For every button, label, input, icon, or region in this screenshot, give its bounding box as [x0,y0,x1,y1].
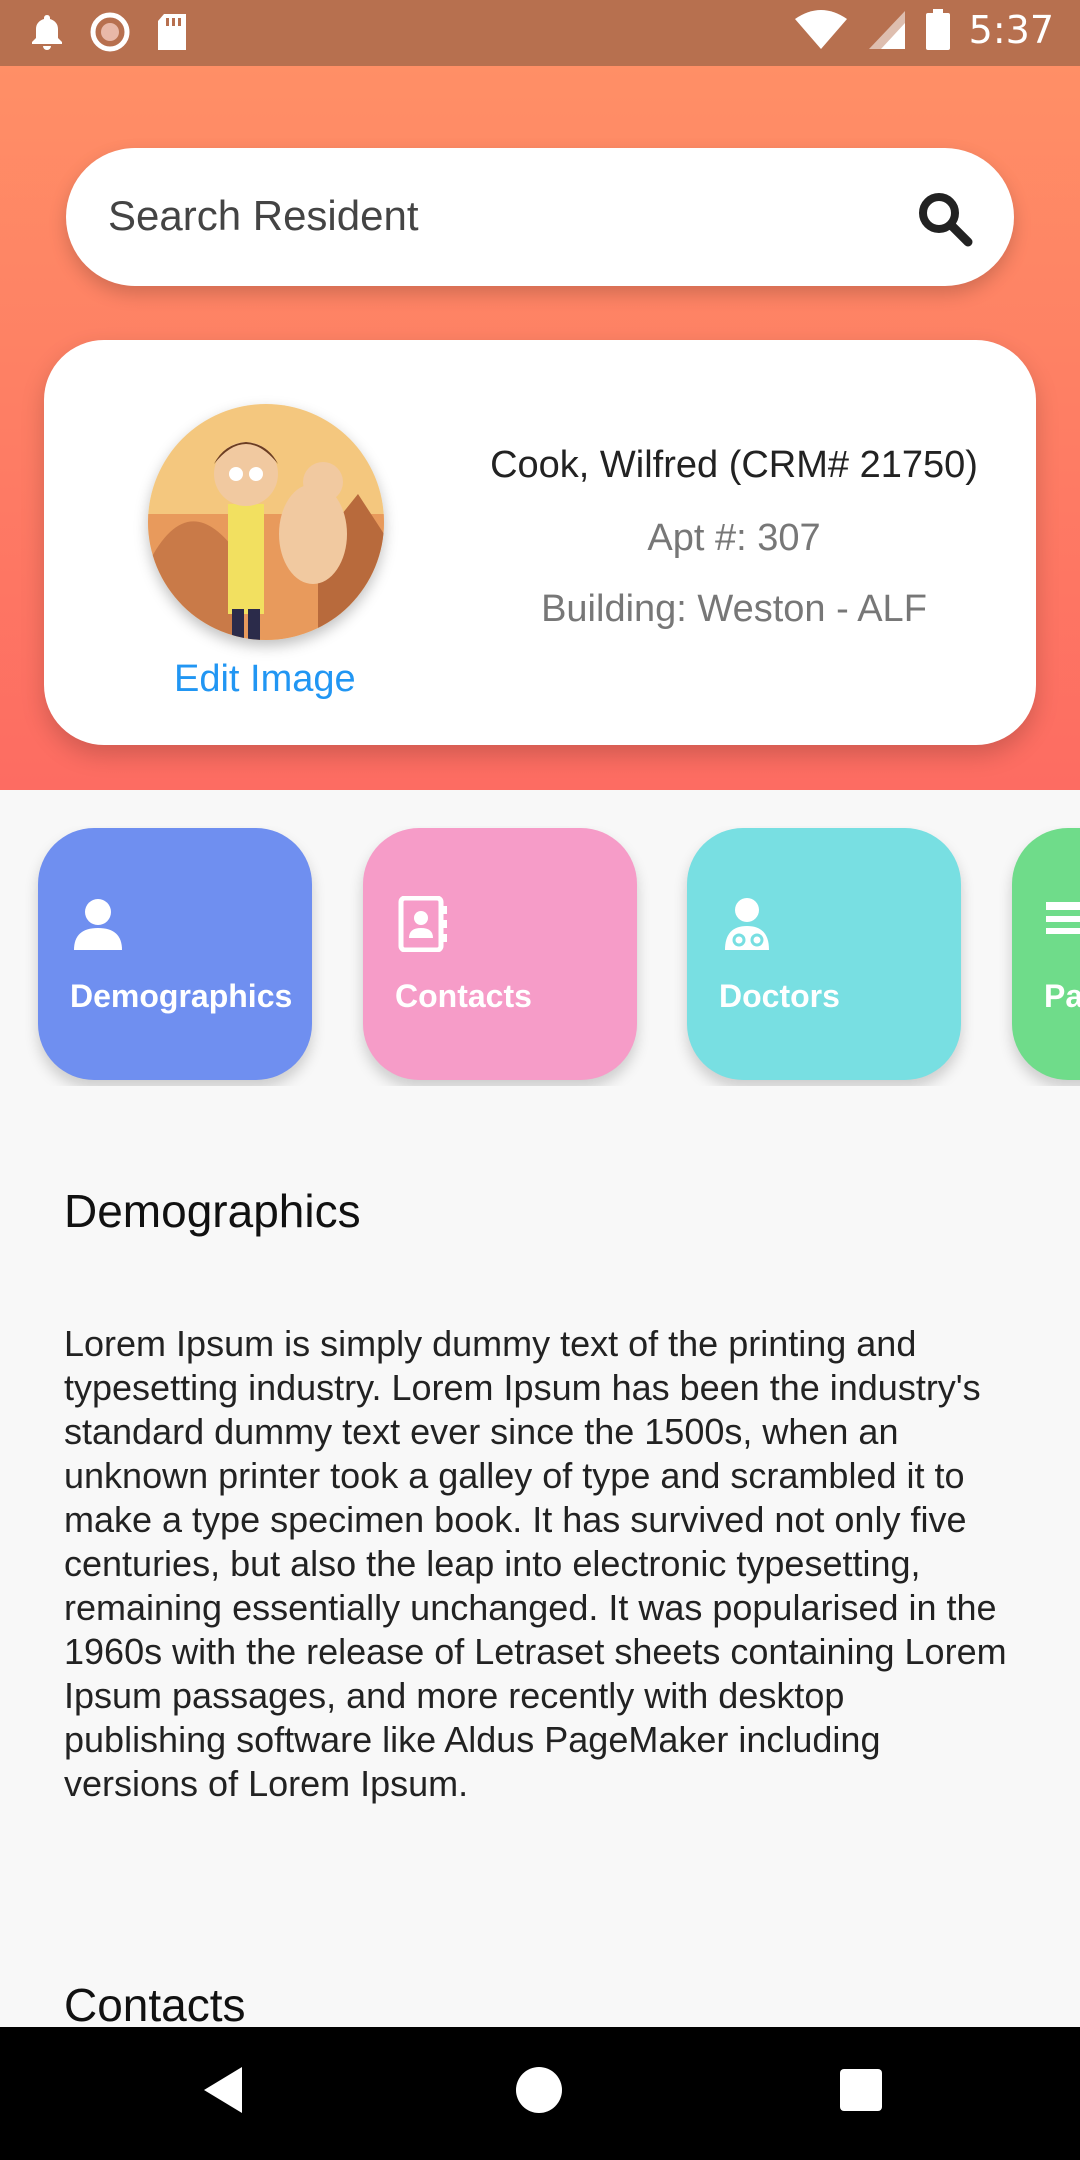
resident-card: Edit Image Cook, Wilfred (CRM# 21750) Ap… [44,340,1036,745]
search-bar[interactable]: Search Resident [66,148,1014,286]
demographics-body-text: Lorem Ipsum is simply dummy text of the … [64,1323,1007,1804]
sd-card-icon [158,14,186,50]
resident-apartment: Apt #: 307 [647,517,821,559]
contacts-section-title: Contacts [64,1979,246,2031]
back-icon[interactable] [200,2063,246,2117]
status-bar: 5:37 [0,0,1080,66]
notes-icon [1046,902,1080,934]
demographics-section-title: Demographics [64,1185,361,1237]
tile-doctors-label: Doctors [719,978,840,1014]
tile-doctors[interactable]: Doctors [687,828,961,1080]
tile-contacts[interactable]: Contacts [363,828,637,1080]
avatar[interactable] [148,404,384,640]
home-icon[interactable] [514,2063,564,2117]
wifi-icon [794,10,847,49]
navigation-bar [0,2027,1080,2160]
resident-info: Cook, Wilfred (CRM# 21750) Apt #: 307 Bu… [444,444,1024,659]
signal-icon [868,11,905,49]
clock: 5:37 [968,8,1054,52]
tile-demographics[interactable]: Demographics [38,828,312,1080]
notification-bell-icon [32,15,62,50]
edit-image-link[interactable]: Edit Image [174,658,356,701]
resident-building: Building: Weston - ALF [541,588,927,630]
resident-name: Cook, Wilfred (CRM# 21750) [490,444,978,486]
avatar-image [148,404,384,640]
recents-icon[interactable] [838,2063,884,2117]
tile-contacts-label: Contacts [395,978,532,1014]
doctor-icon [725,898,769,950]
person-icon [74,899,122,950]
contacts-book-icon [398,896,447,952]
tile-partial[interactable]: Pa [1012,828,1080,1080]
tile-partial-label: Pa [1044,978,1080,1014]
record-icon [90,12,130,52]
search-icon[interactable] [914,188,974,248]
search-input[interactable]: Search Resident [108,192,419,240]
tile-demographics-label: Demographics [70,978,293,1014]
battery-icon [925,9,950,50]
category-tiles: Demographics Contacts Doctors Pa [0,826,1080,1086]
